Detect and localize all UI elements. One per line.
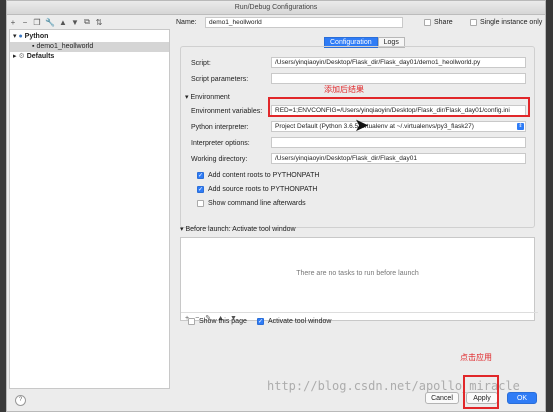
add-content-roots-label: Add content roots to PYTHONPATH xyxy=(208,172,320,179)
python-file-icon: ▪ xyxy=(32,43,35,50)
interpreter-value: Project Default (Python 3.6.5 virtualenv… xyxy=(275,123,474,130)
add-icon[interactable]: + xyxy=(9,18,17,27)
add-source-roots-label: Add source roots to PYTHONPATH xyxy=(208,186,318,193)
tree-item-demo1[interactable]: ▪ demo1_heollworld xyxy=(10,42,169,52)
mouse-cursor-icon: ➤ xyxy=(354,115,370,135)
run-debug-dialog: Run/Debug Configurations + − ❐ 🔧 ▲ ▼ ⧉ ⇅… xyxy=(6,0,546,412)
script-params-input[interactable] xyxy=(271,73,526,84)
env-annotation: 添加后结果 xyxy=(324,85,364,94)
show-command-line-checkbox[interactable] xyxy=(197,200,204,207)
ok-button[interactable]: OK xyxy=(507,392,537,404)
script-params-label: Script parameters: xyxy=(191,76,249,83)
expand-down-icon[interactable]: ▾ xyxy=(13,33,17,40)
sort-icon[interactable]: ⇅ xyxy=(95,18,103,27)
tree-item-defaults[interactable]: ▸ ⚙ Defaults xyxy=(13,52,54,62)
copy-icon[interactable]: ❐ xyxy=(33,18,41,27)
environment-section-header[interactable]: ▾ Environment xyxy=(185,93,230,101)
apply-annotation: 点击应用 xyxy=(460,353,492,362)
move-down-icon[interactable]: ▼ xyxy=(71,18,79,27)
name-input[interactable]: demo1_heollworld xyxy=(205,17,403,28)
folder-icon[interactable]: ⧉ xyxy=(83,17,91,27)
configuration-panel: Script: /Users/yinqiaoyin/Desktop/Flask_… xyxy=(180,46,535,228)
defaults-icon: ⚙ xyxy=(18,53,25,60)
interpreter-options-label: Interpreter options: xyxy=(191,140,250,147)
help-button[interactable]: ? xyxy=(15,395,26,406)
tree-item-defaults-label: Defaults xyxy=(26,53,55,60)
wrench-icon[interactable]: 🔧 xyxy=(45,18,55,27)
python-icon: ● xyxy=(18,33,23,40)
before-launch-label: Before launch: Activate tool window xyxy=(185,226,296,233)
share-label: Share xyxy=(434,19,453,26)
interpreter-select[interactable]: Project Default (Python 3.6.5 virtualenv… xyxy=(271,121,526,132)
single-instance-label: Single instance only xyxy=(480,19,543,26)
before-launch-empty: There are no tasks to run before launch xyxy=(296,270,419,277)
script-input[interactable]: /Users/yinqiaoyin/Desktop/Flask_dir/Flas… xyxy=(271,57,526,68)
environment-section-label: Environment xyxy=(190,94,230,101)
working-dir-label: Working directory: xyxy=(191,156,248,163)
dropdown-arrow-icon[interactable]: ⇕ xyxy=(517,123,524,130)
cancel-button[interactable]: Cancel xyxy=(425,392,459,404)
show-command-line-label: Show command line afterwards xyxy=(208,200,306,207)
background-right xyxy=(546,0,553,412)
tree-item-python-label: Python xyxy=(24,33,49,40)
move-up-icon[interactable]: ▲ xyxy=(59,18,67,27)
activate-tool-label: Activate tool window xyxy=(268,318,332,325)
working-dir-input[interactable]: /Users/yinqiaoyin/Desktop/Flask_dir/Flas… xyxy=(271,153,526,164)
add-content-roots-checkbox[interactable]: ✓ xyxy=(197,172,204,179)
show-page-label: Show this page xyxy=(199,318,247,325)
single-instance-checkbox[interactable] xyxy=(470,19,477,26)
apply-highlight-box xyxy=(463,375,499,409)
remove-icon[interactable]: − xyxy=(21,18,29,27)
window-title: Run/Debug Configurations xyxy=(7,1,545,15)
env-vars-label: Environment variables: xyxy=(191,108,263,115)
share-checkbox[interactable] xyxy=(424,19,431,26)
config-form: Name: demo1_heollworld Share Single inst… xyxy=(172,15,544,395)
expand-right-icon[interactable]: ▸ xyxy=(13,53,17,60)
env-highlight-box xyxy=(268,97,530,117)
script-label: Script: xyxy=(191,60,211,67)
interpreter-label: Python interpreter: xyxy=(191,124,249,131)
config-toolbar: + − ❐ 🔧 ▲ ▼ ⧉ ⇅ xyxy=(9,16,169,28)
activate-tool-checkbox[interactable]: ✓ xyxy=(257,318,264,325)
tree-item-demo1-label: demo1_heollworld xyxy=(36,43,94,50)
tree-item-python[interactable]: ▾ ● Python xyxy=(13,32,48,42)
config-tree: ▾ ● Python ▪ demo1_heollworld ▸ ⚙ Defaul… xyxy=(9,29,170,389)
name-label: Name: xyxy=(176,19,197,26)
before-launch-panel: There are no tasks to run before launch … xyxy=(180,237,538,322)
interpreter-options-input[interactable] xyxy=(271,137,526,148)
before-launch-title[interactable]: ▾ Before launch: Activate tool window xyxy=(180,225,296,233)
show-page-checkbox[interactable] xyxy=(188,318,195,325)
add-source-roots-checkbox[interactable]: ✓ xyxy=(197,186,204,193)
